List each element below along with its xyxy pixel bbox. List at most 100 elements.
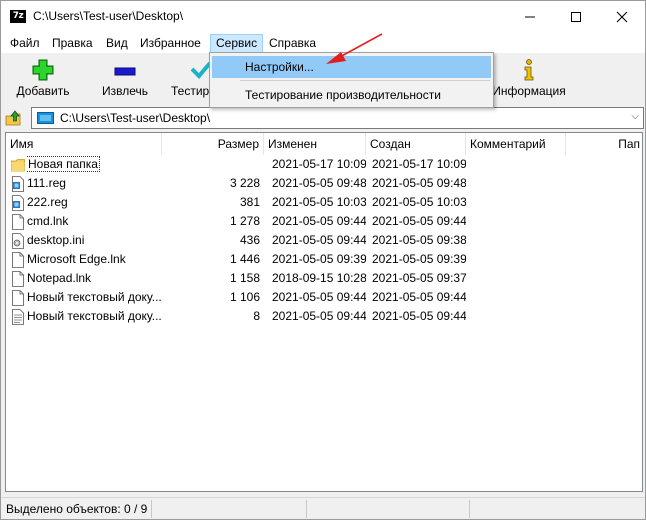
folder-icon: [11, 157, 25, 173]
column-created[interactable]: Создан: [366, 133, 466, 155]
close-button[interactable]: [599, 1, 645, 32]
file-created: 2021-05-05 09:37: [372, 269, 466, 288]
address-input[interactable]: C:\Users\Test-user\Desktop\ ⌵: [31, 107, 644, 129]
menu-favorites[interactable]: Избранное: [135, 34, 206, 53]
maximize-icon: [571, 11, 581, 22]
minimize-button[interactable]: [507, 1, 553, 32]
file-size-text: 1 158: [229, 271, 260, 285]
file-size: [162, 155, 260, 174]
file-modified: 2021-05-05 10:03: [272, 193, 366, 212]
info-button[interactable]: Информация: [489, 53, 569, 104]
file-row[interactable]: cmd.lnk 1 278 2021-05-05 09:44 2021-05-05 0…: [6, 212, 642, 231]
folder-up-icon: [5, 110, 21, 126]
file-modified-text: 2021-05-05 09:39: [272, 252, 366, 266]
info-icon: [524, 59, 534, 81]
file-size-text: 1 278: [229, 214, 260, 228]
file-modified: 2021-05-05 09:39: [272, 250, 366, 269]
column-size[interactable]: Размер: [162, 133, 264, 155]
file-modified: 2021-05-05 09:44: [272, 288, 366, 307]
registry-file-icon: [11, 195, 25, 211]
file-modified-text: 2018-09-15 10:28: [272, 271, 366, 285]
file-size-text: 436: [239, 233, 260, 247]
menu-tools[interactable]: Сервис: [210, 34, 264, 53]
menu-view[interactable]: Вид: [101, 34, 133, 53]
file-name: desktop.ini: [27, 231, 162, 250]
file-created: 2021-05-05 09:44: [372, 288, 466, 307]
file-row[interactable]: desktop.ini 436 2021-05-05 09:44 2021-05-05…: [6, 231, 642, 250]
file-created-text: 2021-05-05 09:39: [372, 252, 466, 266]
file-created-text: 2021-05-05 09:44: [372, 290, 466, 304]
file-row[interactable]: Новый текстовый доку... 1 106 2021-05-05 0…: [6, 288, 642, 307]
title-bar: 7z C:\Users\Test-user\Desktop\: [1, 1, 645, 32]
file-name: Notepad.lnk: [27, 269, 162, 288]
file-created-text: 2021-05-05 09:48: [372, 176, 466, 190]
minus-icon: [114, 67, 136, 76]
file-row[interactable]: Новый текстовый доку... 8 2021-05-05 09:44…: [6, 307, 642, 326]
file-name-text: Notepad.lnk: [27, 271, 92, 285]
status-divider: [306, 500, 307, 518]
file-created: 2021-05-05 09:39: [372, 250, 466, 269]
file-size-text: 1 446: [229, 252, 260, 266]
file-created: 2021-05-05 09:44: [372, 212, 466, 231]
file-created: 2021-05-05 10:03: [372, 193, 466, 212]
file-size: 8: [162, 307, 260, 326]
status-divider: [469, 500, 470, 518]
file-modified-text: 2021-05-05 09:44: [272, 309, 366, 323]
file-name-text: 111.reg: [27, 176, 66, 190]
file-name: cmd.lnk: [27, 212, 162, 231]
app-7zip-icon: 7z: [10, 10, 26, 23]
file-modified-text: 2021-05-05 09:44: [272, 233, 366, 247]
file-name-text: cmd.lnk: [27, 214, 69, 228]
test-button[interactable]: Тестир: [163, 53, 213, 104]
annotation-arrow-icon: [326, 33, 383, 64]
file-size: 1 158: [162, 269, 260, 288]
file-row[interactable]: Microsoft Edge.lnk 1 446 2021-05-05 09:39 2…: [6, 250, 642, 269]
registry-file-icon: [11, 176, 25, 192]
column-folders[interactable]: Пап: [566, 133, 642, 155]
file-created-text: 2021-05-05 09:38: [372, 233, 466, 247]
settings-file-icon: [11, 233, 25, 249]
file-row[interactable]: Notepad.lnk 1 158 2018-09-15 10:28 2021-05-…: [6, 269, 642, 288]
minimize-icon: [525, 16, 535, 17]
file-created: 2021-05-17 10:09: [372, 155, 466, 174]
menu-file[interactable]: Файл: [5, 34, 45, 53]
add-label: Добавить: [16, 84, 70, 98]
file-name: Новая папка: [27, 155, 162, 174]
folder-up-button[interactable]: [4, 108, 24, 128]
file-row[interactable]: 111.reg 3 228 2021-05-05 09:48 2021-05-05 0…: [6, 174, 642, 193]
file-created-text: 2021-05-05 09:44: [372, 214, 466, 228]
plus-icon: [32, 59, 54, 81]
chevron-down-icon[interactable]: ⌵: [631, 111, 639, 122]
maximize-button[interactable]: [553, 1, 599, 32]
file-modified-text: 2021-05-05 09:44: [272, 290, 366, 304]
extract-label: Извлечь: [101, 84, 148, 98]
file-icon: [11, 271, 25, 287]
file-modified-text: 2021-05-05 09:44: [272, 214, 366, 228]
file-row[interactable]: Новая папка 2021-05-17 10:09 2021-05-17 10…: [6, 155, 642, 174]
file-modified-text: 2021-05-17 10:09: [272, 157, 366, 171]
file-row[interactable]: 222.reg 381 2021-05-05 10:03 2021-05-05 10:…: [6, 193, 642, 212]
column-modified[interactable]: Изменен: [264, 133, 366, 155]
menu-item-benchmark[interactable]: Тестирование производительности: [212, 84, 491, 106]
add-button[interactable]: Добавить: [5, 53, 81, 104]
menu-edit[interactable]: Правка: [47, 34, 98, 53]
extract-button[interactable]: Извлечь: [89, 53, 161, 104]
file-size: 3 228: [162, 174, 260, 193]
file-modified: 2021-05-05 09:44: [272, 307, 366, 326]
file-name-text: Новая папка: [27, 156, 100, 172]
text-file-icon: [11, 309, 25, 325]
column-name[interactable]: Имя: [6, 133, 162, 155]
file-size-text: 3 228: [229, 176, 260, 190]
column-comment[interactable]: Комментарий: [466, 133, 566, 155]
file-name-text: Microsoft Edge.lnk: [27, 252, 126, 266]
file-size: 1 106: [162, 288, 260, 307]
file-name-text: Новый текстовый доку...: [27, 309, 162, 323]
file-icon: [11, 290, 25, 306]
file-list: Имя Размер Изменен Создан Комментарий Па…: [5, 132, 643, 492]
file-modified-text: 2021-05-05 10:03: [272, 195, 366, 209]
file-name-text: Новый текстовый доку...: [27, 290, 162, 304]
menu-help[interactable]: Справка: [264, 34, 321, 53]
file-modified: 2021-05-17 10:09: [272, 155, 366, 174]
file-size: 1 446: [162, 250, 260, 269]
file-size-text: 8: [253, 309, 260, 323]
